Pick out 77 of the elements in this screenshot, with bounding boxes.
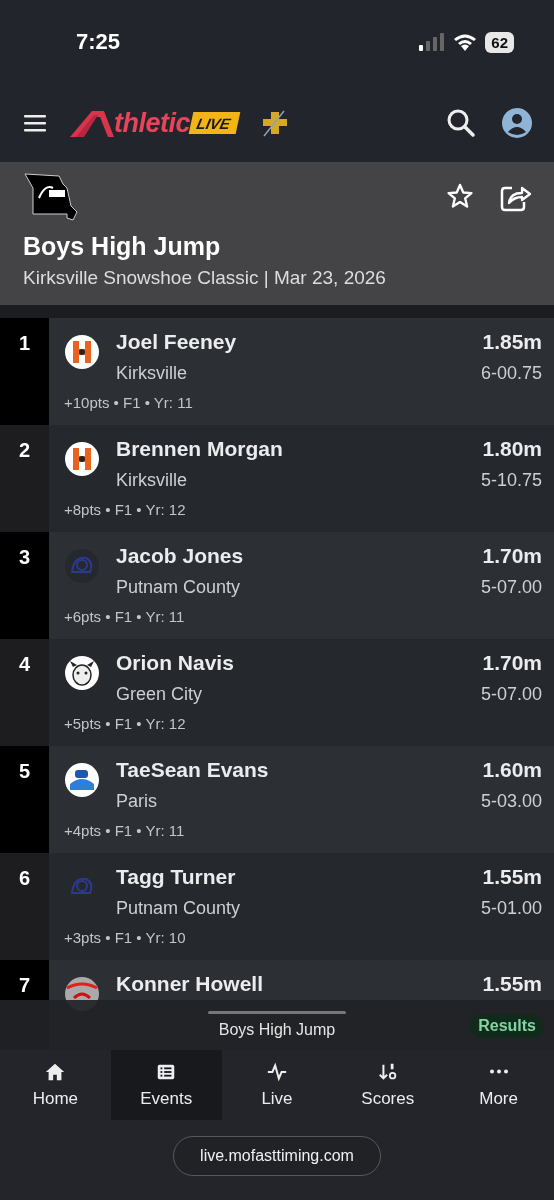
- athlete-name: Tagg Turner: [116, 865, 237, 889]
- state-logo-icon: [23, 172, 79, 222]
- result-row[interactable]: Jacob Jones Putnam County 1.70m 5-07.00 +6pts • F1 • Yr: 11: [49, 532, 554, 639]
- logo-text: thletic: [114, 107, 190, 139]
- more-icon: [488, 1069, 509, 1074]
- athlete-name: Brennen Morgan: [116, 437, 284, 461]
- result-row[interactable]: Brennen Morgan Kirksville 1.80m 5-10.75 +8pts • F1 • Yr: 12: [49, 425, 554, 532]
- sort-icon: [376, 1061, 399, 1083]
- place-number: 6: [18, 867, 31, 891]
- team-logo-icon: [64, 334, 100, 370]
- place-number: 2: [18, 439, 31, 463]
- mark-imperial: 5-03.00: [480, 791, 542, 812]
- mini-player-title: Boys High Jump: [218, 1021, 336, 1039]
- mark-imperial: 5-07.00: [480, 684, 542, 705]
- nav-tab[interactable]: Scores: [332, 1050, 444, 1120]
- mark-metric: 1.55m: [482, 972, 542, 996]
- athlete-name: TaeSean Evans: [116, 758, 270, 782]
- mark-metric: 1.85m: [482, 330, 542, 354]
- mark-imperial: 5-10.75: [480, 470, 542, 491]
- team-logo-icon: [64, 762, 100, 798]
- athlete-name: Joel Feeney: [116, 330, 238, 354]
- team-logo-icon: [64, 548, 100, 584]
- result-row[interactable]: Joel Feeney Kirksville 1.85m 6-00.75 +10pts • F1 • Yr: 11: [49, 318, 554, 425]
- team-logo-icon: [64, 441, 100, 477]
- team-logo-icon: [64, 655, 100, 691]
- results-badge: Results: [470, 1014, 544, 1038]
- mark-imperial: 6-00.75: [480, 363, 542, 384]
- result-details: +6pts • F1 • Yr: 11: [64, 608, 186, 625]
- pulse-icon: [266, 1061, 288, 1083]
- athlete-name: Jacob Jones: [116, 544, 245, 568]
- home-icon: [44, 1061, 67, 1083]
- place-number: 7: [18, 974, 31, 998]
- result-row[interactable]: Tagg Turner Putnam County 1.55m 5-01.00 +3pts • F1 • Yr: 10: [49, 853, 554, 960]
- result-details: +4pts • F1 • Yr: 11: [64, 822, 186, 839]
- school-name: Green City: [116, 684, 204, 705]
- athlete-name: Orion Navis: [116, 651, 235, 675]
- place-number: 3: [18, 546, 31, 570]
- event-subtitle: Kirksville Snowshoe Classic | Mar 23, 2026: [23, 267, 387, 289]
- account-icon[interactable]: [502, 108, 532, 138]
- result-details: +8pts • F1 • Yr: 12: [64, 501, 187, 518]
- athlete-name: Konner Howell: [116, 972, 264, 996]
- place-number: 5: [18, 760, 31, 784]
- school-name: Paris: [116, 791, 158, 812]
- result-row[interactable]: Orion Navis Green City 1.70m 5-07.00 +5pts • F1 • Yr: 12: [49, 639, 554, 746]
- mark-imperial: 5-01.00: [480, 898, 542, 919]
- mark-imperial: 5-07.00: [480, 577, 542, 598]
- result-details: +10pts • F1 • Yr: 11: [64, 394, 194, 411]
- url-bar[interactable]: live.mofasttiming.com: [173, 1136, 381, 1176]
- logo-mark-icon: [70, 109, 114, 137]
- battery-level: 62: [485, 31, 514, 53]
- place-number: 1: [18, 332, 31, 356]
- search-icon[interactable]: [446, 108, 476, 138]
- mark-metric: 1.70m: [482, 544, 542, 568]
- signal-icon: [419, 33, 446, 51]
- result-details: +3pts • F1 • Yr: 10: [64, 929, 187, 946]
- wifi-icon: [453, 33, 478, 51]
- nav-tab[interactable]: Live: [221, 1050, 333, 1120]
- result-row[interactable]: TaeSean Evans Paris 1.60m 5-03.00 +4pts • F1 • Yr: 11: [49, 746, 554, 853]
- mark-metric: 1.70m: [482, 651, 542, 675]
- mini-player-toast[interactable]: Boys High Jump Results: [0, 1000, 554, 1050]
- mark-metric: 1.60m: [482, 758, 542, 782]
- mark-metric: 1.80m: [482, 437, 542, 461]
- mark-metric: 1.55m: [482, 865, 542, 889]
- drag-handle[interactable]: [208, 1011, 346, 1014]
- place-number: 4: [18, 653, 31, 677]
- event-title: Boys High Jump: [23, 232, 222, 261]
- result-details: +5pts • F1 • Yr: 12: [64, 715, 187, 732]
- star-icon[interactable]: [446, 182, 474, 210]
- menu-icon[interactable]: [24, 114, 46, 132]
- school-name: Kirksville: [116, 470, 188, 491]
- school-name: Putnam County: [116, 898, 242, 919]
- nav-tab[interactable]: Events: [110, 1050, 222, 1120]
- school-name: Putnam County: [116, 577, 242, 598]
- nav-tab[interactable]: More: [443, 1050, 554, 1120]
- nav-tab[interactable]: Home: [0, 1050, 111, 1120]
- school-name: Kirksville: [116, 363, 188, 384]
- status-time: 7:25: [76, 29, 121, 55]
